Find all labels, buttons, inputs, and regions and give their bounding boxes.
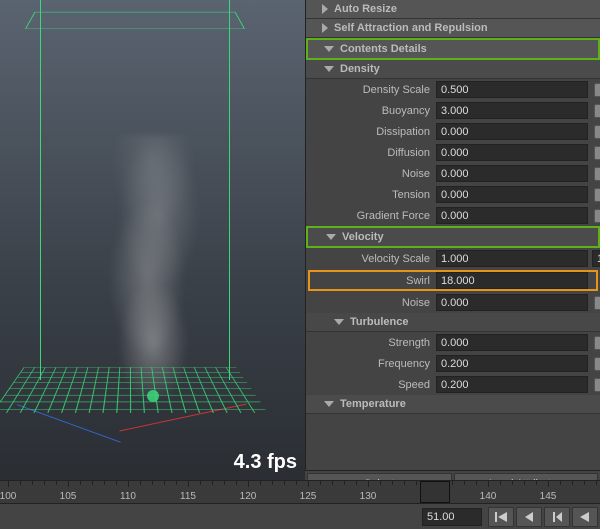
chevron-down-icon [324,401,334,407]
chevron-right-icon [322,4,328,14]
row-velocity-noise: Noise [306,292,600,313]
chevron-down-icon [324,46,334,52]
viewport-3d[interactable]: 4.3 fps [0,0,305,480]
section-self-attraction[interactable]: Self Attraction and Repulsion [306,19,600,38]
field-label: Swirl [310,275,436,287]
current-frame-input[interactable] [422,508,482,526]
section-label: Contents Details [340,43,427,55]
chevron-down-icon [326,234,336,240]
turb-speed-input[interactable] [436,376,588,393]
fps-display: 4.3 fps [234,451,297,474]
section-temperature[interactable]: Temperature [306,395,600,414]
step-back-button[interactable] [516,507,542,527]
diffusion-input[interactable] [436,144,588,161]
timeline-tick-label: 115 [180,491,196,502]
timeline-tick-label: 145 [540,491,557,502]
timeline-tick-label: 100 [0,491,16,502]
row-velocity-scale: Velocity Scale [306,248,600,269]
chevron-down-icon [334,319,344,325]
field-label: Gradient Force [306,210,436,222]
timeline-tick-label: 125 [300,491,317,502]
emitter-grid [0,367,268,413]
section-velocity[interactable]: Velocity [306,226,600,248]
section-density[interactable]: Density [306,60,600,79]
row-diffusion: Diffusion [306,142,600,163]
fluid-smoke [93,135,213,395]
row-swirl: Swirl [308,270,598,291]
timeline-ruler[interactable]: 100105110115120125130135140145 [0,480,600,503]
chevron-right-icon [322,23,328,33]
row-density-scale: Density Scale [306,79,600,100]
section-label: Density [340,63,380,75]
section-label: Self Attraction and Repulsion [334,22,488,34]
section-auto-resize[interactable]: Auto Resize [306,0,600,19]
timeline-tick-label: 110 [120,491,136,502]
field-label: Noise [306,168,436,180]
field-label: Diffusion [306,147,436,159]
chevron-down-icon [324,66,334,72]
velocity-scale-y-input[interactable] [592,250,600,267]
row-density-noise: Noise [306,163,600,184]
timeline-tick-label: 105 [60,491,77,502]
field-label: Tension [306,189,436,201]
velocity-scale-x-input[interactable] [436,250,588,267]
row-dissipation: Dissipation [306,121,600,142]
section-label: Auto Resize [334,3,397,15]
row-gradient-force: Gradient Force [306,205,600,226]
field-label: Dissipation [306,126,436,138]
section-label: Turbulence [350,316,408,328]
field-label: Speed [306,379,436,391]
swirl-input[interactable] [436,272,588,289]
timeline-tick-label: 120 [240,491,257,502]
density-noise-input[interactable] [436,165,588,182]
field-label: Strength [306,337,436,349]
field-label: Buoyancy [306,105,436,117]
section-contents-details[interactable]: Contents Details [306,38,600,60]
transport-bar [0,503,600,529]
timeline-tick-label: 130 [360,491,377,502]
field-label: Velocity Scale [306,253,436,265]
field-label: Density Scale [306,84,436,96]
emitter-handle[interactable] [147,390,159,402]
buoyancy-input[interactable] [436,102,588,119]
turb-frequency-input[interactable] [436,355,588,372]
turb-strength-input[interactable] [436,334,588,351]
gradient-force-input[interactable] [436,207,588,224]
play-back-button[interactable] [572,507,598,527]
tension-input[interactable] [436,186,588,203]
field-label: Frequency [306,358,436,370]
row-tension: Tension [306,184,600,205]
velocity-noise-input[interactable] [436,294,588,311]
section-label: Velocity [342,231,384,243]
dissipation-input[interactable] [436,123,588,140]
row-buoyancy: Buoyancy [306,100,600,121]
field-label: Noise [306,297,436,309]
density-scale-input[interactable] [436,81,588,98]
go-to-start-button[interactable] [488,507,514,527]
section-label: Temperature [340,398,406,410]
row-turb-frequency: Frequency [306,353,600,374]
row-turb-speed: Speed [306,374,600,395]
row-turb-strength: Strength [306,332,600,353]
timeline-tick-label: 140 [480,491,497,502]
section-turbulence[interactable]: Turbulence [306,313,600,332]
timeline-playhead[interactable] [420,481,450,503]
frame-back-button[interactable] [544,507,570,527]
attribute-editor: Auto Resize Self Attraction and Repulsio… [305,0,600,470]
